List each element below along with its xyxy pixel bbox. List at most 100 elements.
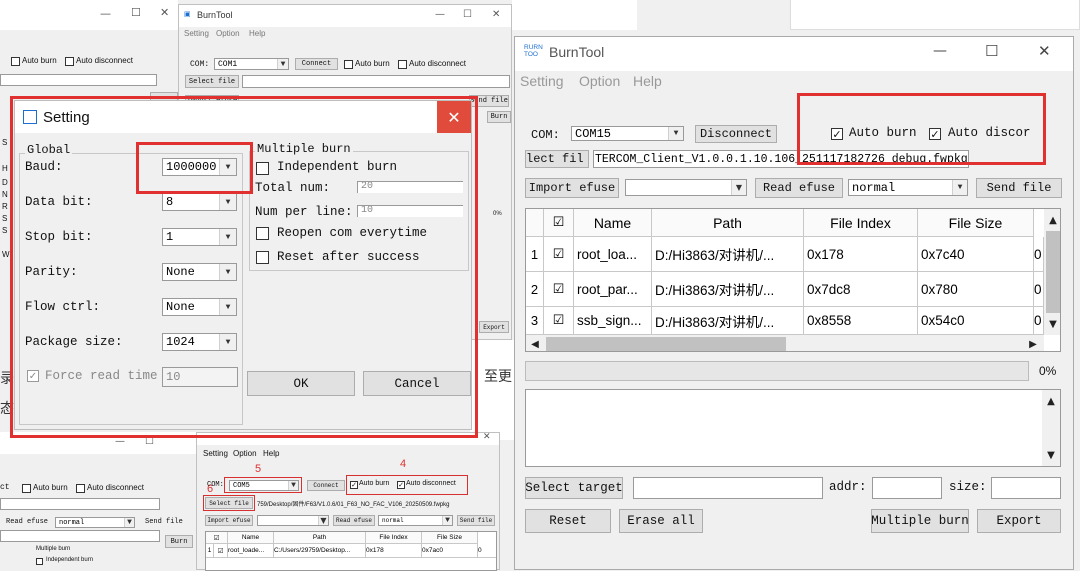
target-field[interactable] (633, 477, 823, 499)
file-path-field[interactable] (242, 75, 510, 88)
select-target-button[interactable]: Select target (525, 477, 623, 499)
auto-burn-checkbox[interactable] (11, 57, 20, 66)
close-icon[interactable]: ✕ (483, 432, 491, 442)
independent-burn-checkbox[interactable] (36, 558, 43, 565)
background-window-bottom-middle: ✕ Setting Option Help 5 4 6 COM: COM5 ▼ … (196, 432, 500, 571)
file-path-field[interactable] (0, 74, 157, 86)
title-bar: — ☐ ✕ (0, 0, 178, 30)
close-icon[interactable]: ✕ (1038, 42, 1051, 60)
maximize-icon[interactable]: ☐ (985, 42, 998, 60)
com-select[interactable]: COM1 ▼ (214, 58, 289, 70)
scroll-down-icon[interactable]: ▼ (1044, 315, 1060, 333)
menu-option[interactable]: Option (579, 73, 620, 89)
row-checkbox[interactable]: ☑ (214, 544, 228, 558)
menu-setting[interactable]: Setting (184, 29, 209, 38)
file-path-field[interactable] (0, 498, 160, 510)
side-letter: H (2, 164, 8, 173)
close-icon[interactable]: ✕ (492, 9, 500, 20)
maximize-icon[interactable]: ☐ (463, 9, 472, 20)
column-header-name[interactable]: Name (574, 209, 652, 237)
chevron-down-icon: ▼ (731, 180, 746, 195)
maximize-icon[interactable]: ☐ (131, 6, 141, 19)
select-file-button[interactable]: lect fil (525, 150, 589, 168)
log-output[interactable]: ▲ ▼ (525, 389, 1061, 467)
scroll-right-icon[interactable]: ▶ (1024, 335, 1042, 351)
column-header-path[interactable]: Path (274, 532, 366, 544)
select-file-button[interactable]: Select file (185, 75, 239, 88)
disconnect-button[interactable]: Disconnect (695, 125, 777, 143)
column-header-file-index[interactable]: File Index (366, 532, 422, 544)
scrollbar-thumb[interactable] (546, 337, 786, 351)
select-all-checkbox[interactable]: ☑ (544, 209, 574, 237)
menu-setting[interactable]: Setting (203, 449, 228, 458)
row-path: D:/Hi3863/对讲机/... (652, 272, 804, 307)
auto-burn-checkbox[interactable] (344, 60, 353, 69)
auto-disconnect-checkbox[interactable] (76, 484, 85, 493)
burn-button[interactable]: Burn (165, 535, 193, 548)
background-window-bottom-left: — ☐ ct Auto burn Auto disconnect Read ef… (0, 432, 196, 570)
scrollbar-thumb[interactable] (1046, 231, 1060, 313)
table-vertical-scrollbar[interactable]: ▲ ▼ (1044, 209, 1060, 335)
import-efuse-button[interactable]: Import efuse (525, 178, 619, 198)
efuse-select[interactable]: ▼ (257, 515, 329, 526)
annotation-number: 5 (255, 463, 262, 475)
read-efuse-button[interactable]: Read efuse (755, 178, 843, 198)
side-letter: W (2, 250, 10, 259)
mode-select[interactable]: normal ▼ (378, 515, 453, 526)
column-header-file-index[interactable]: File Index (804, 209, 918, 237)
multiple-burn-button[interactable]: Multiple burn (871, 509, 969, 533)
connect-button[interactable]: Connect (295, 58, 338, 70)
close-icon[interactable]: ✕ (160, 6, 169, 19)
burn-button[interactable]: Burn (487, 111, 511, 123)
table-header-select[interactable]: ☑ (206, 532, 228, 544)
column-header-name[interactable]: Name (228, 532, 274, 544)
menu-option[interactable]: Option (216, 29, 240, 38)
com-select[interactable]: COM15 ▼ (571, 126, 684, 141)
connect-button[interactable]: Connect (307, 480, 345, 491)
column-header-path[interactable]: Path (652, 209, 804, 237)
minimize-icon[interactable]: — (435, 9, 445, 20)
scroll-up-icon[interactable]: ▲ (1042, 392, 1060, 410)
auto-disconnect-checkbox[interactable] (398, 60, 407, 69)
menu-help[interactable]: Help (263, 449, 279, 458)
app-logo-icon: ▣ (184, 10, 191, 18)
send-file-label[interactable]: Send file (145, 518, 183, 526)
menu-setting[interactable]: Setting (520, 73, 564, 89)
reset-button[interactable]: Reset (525, 509, 611, 533)
size-field[interactable] (991, 477, 1061, 499)
mode-select[interactable]: normal ▼ (55, 517, 135, 528)
row-checkbox[interactable]: ☑ (544, 272, 574, 307)
export-button[interactable]: Export (977, 509, 1061, 533)
title-bar: ▣ BurnTool — ☐ ✕ (179, 5, 511, 27)
mode-select[interactable]: normal ▼ (848, 179, 968, 196)
background-panel (790, 0, 1080, 30)
send-file-button[interactable]: Send file (457, 515, 495, 526)
scroll-up-icon[interactable]: ▲ (1044, 211, 1060, 229)
file-path-text[interactable]: 759/Desktop/固件/F63/V1.0.6/01_F63_NO_FAC_… (257, 499, 449, 508)
column-header-file-size[interactable]: File Size (422, 532, 478, 544)
auto-disconnect-label: Auto disconnect (76, 56, 133, 65)
efuse-select[interactable]: ▼ (625, 179, 747, 196)
erase-all-button[interactable]: Erase all (619, 509, 703, 533)
read-efuse-button[interactable]: Read efuse (333, 515, 375, 526)
background-panel (512, 0, 637, 30)
minimize-icon[interactable]: — (933, 43, 947, 59)
auto-disconnect-checkbox[interactable] (65, 57, 74, 66)
row-checkbox[interactable]: ☑ (544, 307, 574, 335)
minimize-icon[interactable]: — (100, 7, 111, 20)
menu-option[interactable]: Option (233, 449, 257, 458)
menu-help[interactable]: Help (249, 29, 265, 38)
table-horizontal-scrollbar[interactable]: ◀ ▶ (526, 335, 1044, 351)
addr-field[interactable] (872, 477, 942, 499)
auto-burn-checkbox[interactable] (22, 484, 31, 493)
import-efuse-button[interactable]: Import efuse (205, 515, 253, 526)
scroll-down-icon[interactable]: ▼ (1042, 446, 1060, 464)
send-file-button[interactable]: Send file (976, 178, 1062, 198)
column-header-file-size[interactable]: File Size (918, 209, 1034, 237)
log-vertical-scrollbar[interactable]: ▲ ▼ (1042, 390, 1060, 466)
read-efuse-label[interactable]: Read efuse (6, 518, 48, 526)
export-button[interactable]: Export (479, 321, 509, 333)
row-checkbox[interactable]: ☑ (544, 237, 574, 272)
menu-help[interactable]: Help (633, 73, 662, 89)
scroll-left-icon[interactable]: ◀ (526, 335, 544, 351)
